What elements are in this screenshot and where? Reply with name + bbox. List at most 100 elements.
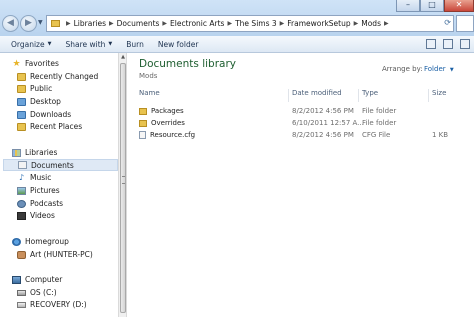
nav-header-libraries[interactable]: Libraries xyxy=(12,148,57,157)
forward-arrow-icon: ▶ xyxy=(25,18,32,28)
nav-item-public[interactable]: Public xyxy=(17,84,52,93)
nav-item-label: Podcasts xyxy=(30,199,64,208)
nav-item-label: Pictures xyxy=(30,186,60,195)
folder-icon xyxy=(17,72,26,81)
file-type: File folder xyxy=(362,119,397,127)
downloads-icon xyxy=(17,110,26,119)
nav-header-label: Favorites xyxy=(25,59,59,68)
column-header-name[interactable]: Name xyxy=(139,89,160,102)
chevron-right-icon[interactable]: ▶ xyxy=(162,20,167,27)
nav-item-recovery-d[interactable]: RECOVERY (D:) xyxy=(17,300,87,309)
breadcrumb-the-sims-3[interactable]: The Sims 3 xyxy=(235,19,277,28)
nav-item-recent-places[interactable]: Recent Places xyxy=(17,122,82,131)
chevron-right-icon[interactable]: ▶ xyxy=(227,20,232,27)
recent-pages-dropdown[interactable]: ▼ xyxy=(38,19,43,26)
help-icon[interactable] xyxy=(460,39,470,49)
nav-item-label: Desktop xyxy=(30,97,61,106)
nav-item-music[interactable]: ♪ Music xyxy=(17,173,51,182)
breadcrumb-mods[interactable]: Mods xyxy=(361,19,381,28)
column-divider[interactable] xyxy=(288,89,289,102)
burn-button[interactable]: Burn xyxy=(126,40,144,49)
nav-header-label: Libraries xyxy=(25,148,58,157)
column-header-date[interactable]: Date modified xyxy=(292,89,342,102)
organize-label: Organize xyxy=(11,39,45,49)
file-name: Overrides xyxy=(151,119,185,127)
nav-header-homegroup[interactable]: Homegroup xyxy=(12,237,69,246)
drive-icon xyxy=(17,289,26,296)
nav-header-favorites[interactable]: ★ Favorites xyxy=(12,58,59,69)
navigation-pane: ★ Favorites Recently Changed Public Desk… xyxy=(0,53,118,317)
chevron-right-icon[interactable]: ▶ xyxy=(384,20,389,27)
back-button[interactable]: ◀ xyxy=(2,15,19,32)
nav-item-label: Recent Places xyxy=(30,122,83,131)
preview-pane-icon[interactable] xyxy=(443,39,453,49)
breadcrumb-frameworksetup[interactable]: FrameworkSetup xyxy=(287,19,350,28)
nav-item-desktop[interactable]: Desktop xyxy=(17,97,61,106)
scroll-up-icon[interactable]: ▲ xyxy=(119,53,127,61)
minimize-button[interactable]: – xyxy=(396,0,420,12)
breadcrumb-libraries[interactable]: Libraries xyxy=(74,19,106,28)
file-date: 8/2/2012 4:56 PM xyxy=(292,107,354,115)
grip-icon xyxy=(122,176,125,184)
folder-icon xyxy=(139,107,147,115)
column-divider[interactable] xyxy=(358,89,359,102)
file-row[interactable]: Overrides 6/10/2011 12:57 A... File fold… xyxy=(136,119,474,130)
nav-item-os-c[interactable]: OS (C:) xyxy=(17,288,57,297)
homegroup-icon xyxy=(12,237,21,246)
nav-item-label: RECOVERY (D:) xyxy=(30,300,87,309)
nav-item-downloads[interactable]: Downloads xyxy=(17,110,71,119)
maximize-button[interactable]: □ xyxy=(420,0,444,12)
pictures-icon xyxy=(17,186,26,195)
file-row[interactable]: Resource.cfg 8/2/2012 4:56 PM CFG File 1… xyxy=(136,131,474,142)
chevron-right-icon[interactable]: ▶ xyxy=(354,20,359,27)
share-with-button[interactable]: Share with ▼ xyxy=(65,40,112,49)
arrange-by-dropdown[interactable]: Folder ▼ xyxy=(424,65,454,73)
chevron-right-icon[interactable]: ▶ xyxy=(109,20,114,27)
column-header-type[interactable]: Type xyxy=(362,89,378,102)
nav-item-videos[interactable]: Videos xyxy=(17,211,55,220)
close-button[interactable]: ✕ xyxy=(444,0,474,12)
chevron-right-icon[interactable]: ▶ xyxy=(280,20,285,27)
file-date: 8/2/2012 4:56 PM xyxy=(292,131,354,139)
change-view-icon[interactable] xyxy=(426,39,436,49)
column-header-size[interactable]: Size xyxy=(432,89,446,102)
file-name: Resource.cfg xyxy=(150,131,196,139)
refresh-icon[interactable]: ⟳ xyxy=(444,18,451,27)
title-bar: – □ ✕ ◀ ▶ ▼ ▶ Libraries ▶ Documents ▶ El… xyxy=(0,0,474,36)
column-divider[interactable] xyxy=(428,89,429,102)
cfg-file-icon xyxy=(139,131,146,139)
file-name-cell: Packages xyxy=(139,107,184,115)
chevron-right-icon[interactable]: ▶ xyxy=(66,20,71,27)
file-size: 1 KB xyxy=(432,131,449,139)
nav-item-label: OS (C:) xyxy=(30,288,57,297)
nav-header-computer[interactable]: Computer xyxy=(12,275,62,284)
forward-button[interactable]: ▶ xyxy=(20,15,37,32)
breadcrumb-electronic-arts[interactable]: Electronic Arts xyxy=(170,19,224,28)
nav-item-podcasts[interactable]: Podcasts xyxy=(17,199,63,208)
file-name: Packages xyxy=(151,107,184,115)
breadcrumb-documents[interactable]: Documents xyxy=(117,19,160,28)
file-name-cell: Resource.cfg xyxy=(139,131,195,139)
command-bar: Organize ▼ Share with ▼ Burn New folder xyxy=(0,36,474,53)
star-icon: ★ xyxy=(12,58,21,69)
chevron-down-icon: ▼ xyxy=(449,67,454,73)
nav-item-art-hunter-pc[interactable]: Art (HUNTER-PC) xyxy=(17,250,93,259)
file-type: CFG File xyxy=(362,131,391,139)
search-input[interactable] xyxy=(456,15,474,32)
file-type: File folder xyxy=(362,107,397,115)
chevron-down-icon: ▼ xyxy=(47,41,52,47)
file-row[interactable]: Packages 8/2/2012 4:56 PM File folder xyxy=(136,107,474,118)
nav-item-recently-changed[interactable]: Recently Changed xyxy=(17,72,98,81)
address-bar[interactable]: ▶ Libraries ▶ Documents ▶ Electronic Art… xyxy=(46,15,454,32)
nav-item-pictures[interactable]: Pictures xyxy=(17,186,60,195)
organize-button[interactable]: Organize ▼ xyxy=(11,40,51,49)
new-folder-button[interactable]: New folder xyxy=(158,40,199,49)
content-pane: Documents library Mods Arrange by: Folde… xyxy=(128,53,474,317)
folder-icon xyxy=(51,20,60,27)
nav-item-documents[interactable]: Documents xyxy=(3,159,118,171)
nav-pane-scrollbar[interactable]: ▲ xyxy=(118,53,127,317)
back-arrow-icon: ◀ xyxy=(7,18,14,28)
scrollbar-thumb[interactable] xyxy=(120,63,126,313)
view-controls xyxy=(426,39,470,49)
library-subtitle: Mods xyxy=(139,72,158,80)
